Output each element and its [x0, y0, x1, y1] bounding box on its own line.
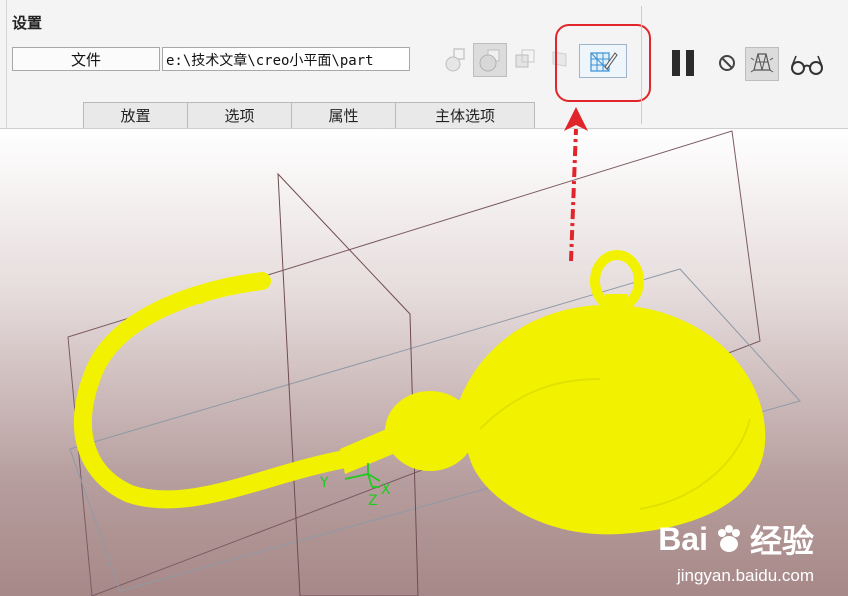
watermark-logo-text: Bai	[658, 520, 708, 557]
tab-placement[interactable]: 放置	[83, 102, 188, 128]
mesh-preview-icon[interactable]	[745, 47, 779, 81]
tab-options[interactable]: 选项	[187, 102, 292, 128]
tab-properties[interactable]: 属性	[291, 102, 396, 128]
ribbon-divider	[641, 6, 642, 124]
axis-label-z: Z	[368, 493, 378, 509]
watermark: Bai 经验 jingyan.baidu.com	[658, 516, 814, 586]
tab-body-options[interactable]: 主体选项	[395, 102, 535, 128]
axis-label-y: Y	[319, 475, 329, 491]
no-entry-icon[interactable]	[716, 52, 738, 74]
paw-icon	[717, 525, 740, 552]
datum-plane-right	[277, 172, 419, 596]
watermark-logo-jingyan: 经验	[749, 523, 814, 559]
watermark-logo: Bai 经验	[658, 516, 814, 562]
3d-viewport[interactable]: Y X Z Bai 经验 jingyan.baidu.com	[0, 107, 848, 596]
ribbon-edge	[6, 0, 7, 128]
sphere-view-icon[interactable]	[440, 44, 470, 76]
axis-label-x: X	[381, 482, 391, 498]
shaded-sphere-icon[interactable]	[473, 43, 507, 77]
tab-bar: 放置 选项 属性 主体选项	[83, 102, 535, 128]
file-path-field[interactable]: e:\技术文章\creo小平面\part	[162, 47, 410, 71]
ribbon: 设置 文件 e:\技术文章\creo小平面\part 放置 选项 属性 主体选项	[0, 0, 848, 129]
annotation-arrow	[569, 129, 578, 262]
annotation-arrow-head	[564, 107, 588, 131]
file-button[interactable]: 文件	[12, 47, 160, 71]
glasses-icon[interactable]	[788, 52, 826, 78]
watermark-site: jingyan.baidu.com	[676, 566, 814, 585]
cube-view-icon[interactable]	[510, 44, 540, 76]
scanned-model[interactable]	[73, 250, 766, 535]
highlight-ring	[555, 24, 651, 102]
group-title: 设置	[12, 14, 43, 32]
pause-icon[interactable]	[666, 46, 700, 80]
